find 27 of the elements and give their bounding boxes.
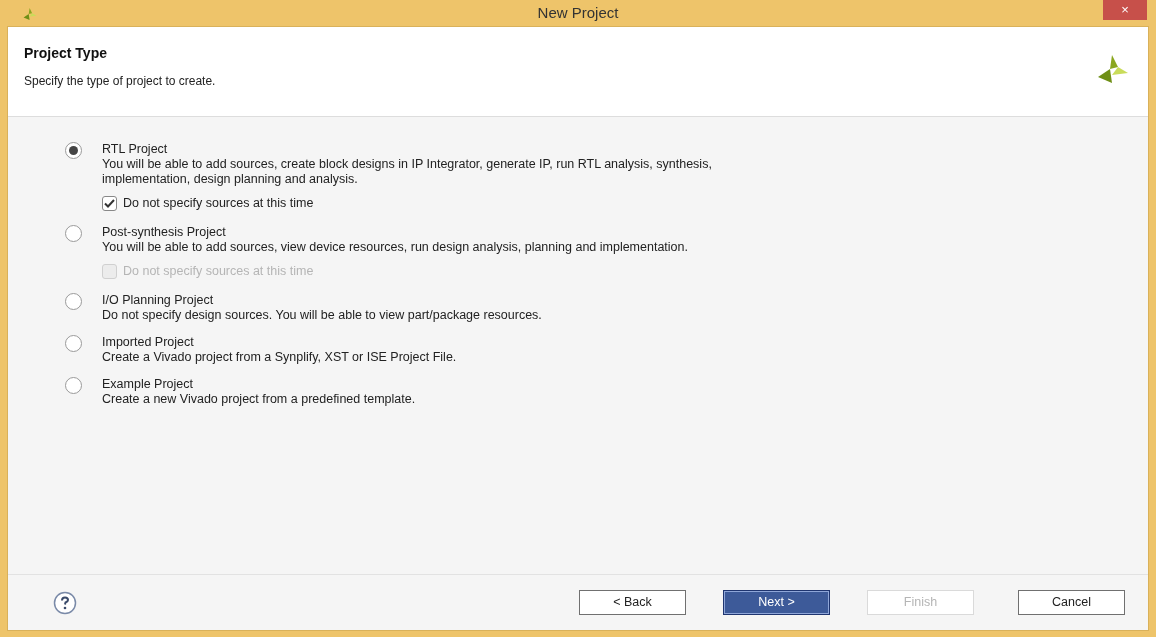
help-icon[interactable]	[53, 590, 77, 615]
dialog-button[interactable]: Cancel	[1018, 590, 1125, 615]
option-label[interactable]: Imported Project	[102, 333, 742, 350]
dialog-button[interactable]: < Back	[579, 590, 686, 615]
logo-icon	[1098, 55, 1128, 83]
option-label[interactable]: Post-synthesis Project	[102, 223, 742, 240]
logo-icon	[21, 8, 39, 20]
option-description: Create a Vivado project from a Synplify, XST or ISE Project File.	[102, 349, 458, 365]
option-description: Do not specify design sources. You will be able to view part/package resources.	[102, 307, 543, 323]
page-title: Project Type	[24, 44, 108, 63]
radio-button[interactable]	[65, 376, 82, 394]
radio-button[interactable]	[65, 224, 82, 242]
radio-button[interactable]	[65, 142, 82, 159]
option-label[interactable]: RTL Project	[102, 141, 742, 157]
checkbox-label[interactable]: Do not specify sources at this time	[123, 194, 314, 213]
radio-button[interactable]	[65, 334, 82, 352]
option-description: Create a new Vivado project from a predefined template.	[102, 391, 417, 407]
primary-button[interactable]: Next >	[723, 590, 830, 615]
checkbox[interactable]	[102, 195, 117, 211]
option-description: You will be able to add sources, view device resources, run design analysis, planning and implementation.	[102, 239, 689, 255]
option-description: You will be able to add sources, create block designs in IP Integrator, generate IP, run RTL analysis, synthesis, implementation, design planning and analysis.	[102, 157, 713, 187]
option-label[interactable]: I/O Planning Project	[102, 291, 742, 308]
radio-button[interactable]	[65, 292, 82, 310]
window-title: New Project	[537, 2, 619, 23]
close-button[interactable]: ×	[1103, 0, 1147, 20]
option-label[interactable]: Example Project	[102, 375, 742, 392]
page-subtitle: Specify the type of project to create.	[24, 73, 216, 90]
